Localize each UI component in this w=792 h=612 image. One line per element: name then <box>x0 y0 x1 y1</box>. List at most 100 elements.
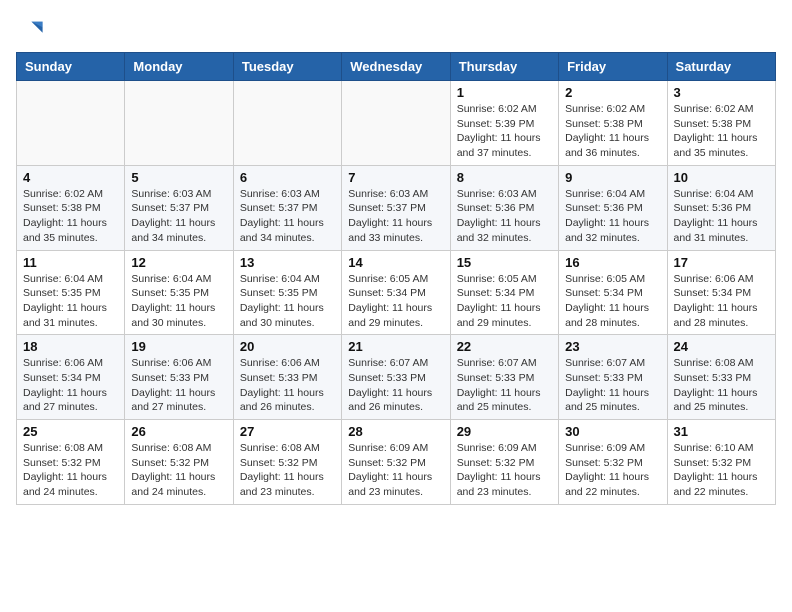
day-info: Sunrise: 6:04 AM Sunset: 5:35 PM Dayligh… <box>23 272 118 331</box>
calendar-cell: 27 Sunrise: 6:08 AM Sunset: 5:32 PM Dayli… <box>233 420 341 505</box>
calendar-cell: 28 Sunrise: 6:09 AM Sunset: 5:32 PM Dayli… <box>342 420 450 505</box>
day-number: 26 <box>131 424 226 439</box>
calendar-cell: 11Sunrise: 6:04 AM Sunset: 5:35 PM Dayli… <box>17 250 125 335</box>
day-number: 12 <box>131 255 226 270</box>
day-info: Sunrise: 6:09 AM Sunset: 5:32 PM Dayligh… <box>565 441 660 500</box>
day-number: 18 <box>23 339 118 354</box>
weekday-header-friday: Friday <box>559 53 667 81</box>
day-info: Sunrise: 6:08 AM Sunset: 5:33 PM Dayligh… <box>674 356 769 415</box>
day-info: Sunrise: 6:03 AM Sunset: 5:37 PM Dayligh… <box>348 187 443 246</box>
day-info: Sunrise: 6:06 AM Sunset: 5:34 PM Dayligh… <box>23 356 118 415</box>
calendar-cell: 18 Sunrise: 6:06 AM Sunset: 5:34 PM Dayli… <box>17 335 125 420</box>
calendar-cell: 31 Sunrise: 6:10 AM Sunset: 5:32 PM Dayli… <box>667 420 775 505</box>
calendar-cell: 5 Sunrise: 6:03 AM Sunset: 5:37 PM Daylig… <box>125 165 233 250</box>
day-info: Sunrise: 6:02 AM Sunset: 5:39 PM Dayligh… <box>457 102 552 161</box>
calendar-week-row: 18 Sunrise: 6:06 AM Sunset: 5:34 PM Dayli… <box>17 335 776 420</box>
day-number: 10 <box>674 170 769 185</box>
day-number: 4 <box>23 170 118 185</box>
calendar-cell: 9Sunrise: 6:04 AM Sunset: 5:36 PM Daylig… <box>559 165 667 250</box>
calendar-cell: 21 Sunrise: 6:07 AM Sunset: 5:33 PM Dayli… <box>342 335 450 420</box>
calendar-cell: 3 Sunrise: 6:02 AM Sunset: 5:38 PM Daylig… <box>667 81 775 166</box>
day-info: Sunrise: 6:06 AM Sunset: 5:33 PM Dayligh… <box>131 356 226 415</box>
day-info: Sunrise: 6:06 AM Sunset: 5:33 PM Dayligh… <box>240 356 335 415</box>
day-info: Sunrise: 6:09 AM Sunset: 5:32 PM Dayligh… <box>348 441 443 500</box>
day-number: 27 <box>240 424 335 439</box>
weekday-header-sunday: Sunday <box>17 53 125 81</box>
calendar-cell: 13 Sunrise: 6:04 AM Sunset: 5:35 PM Dayli… <box>233 250 341 335</box>
weekday-header-monday: Monday <box>125 53 233 81</box>
day-info: Sunrise: 6:05 AM Sunset: 5:34 PM Dayligh… <box>457 272 552 331</box>
calendar-cell: 7 Sunrise: 6:03 AM Sunset: 5:37 PM Daylig… <box>342 165 450 250</box>
day-info: Sunrise: 6:08 AM Sunset: 5:32 PM Dayligh… <box>240 441 335 500</box>
logo <box>16 16 48 44</box>
weekday-header-wednesday: Wednesday <box>342 53 450 81</box>
day-number: 1 <box>457 85 552 100</box>
calendar-cell: 29 Sunrise: 6:09 AM Sunset: 5:32 PM Dayli… <box>450 420 558 505</box>
calendar-cell: 4 Sunrise: 6:02 AM Sunset: 5:38 PM Daylig… <box>17 165 125 250</box>
calendar-cell: 1 Sunrise: 6:02 AM Sunset: 5:39 PM Daylig… <box>450 81 558 166</box>
day-number: 29 <box>457 424 552 439</box>
day-number: 14 <box>348 255 443 270</box>
day-number: 30 <box>565 424 660 439</box>
calendar-cell <box>233 81 341 166</box>
calendar-cell <box>17 81 125 166</box>
day-info: Sunrise: 6:03 AM Sunset: 5:36 PM Dayligh… <box>457 187 552 246</box>
day-number: 17 <box>674 255 769 270</box>
calendar-week-row: 25 Sunrise: 6:08 AM Sunset: 5:32 PM Dayli… <box>17 420 776 505</box>
calendar-cell: 10 Sunrise: 6:04 AM Sunset: 5:36 PM Dayli… <box>667 165 775 250</box>
day-number: 8 <box>457 170 552 185</box>
day-number: 3 <box>674 85 769 100</box>
day-info: Sunrise: 6:09 AM Sunset: 5:32 PM Dayligh… <box>457 441 552 500</box>
day-number: 23 <box>565 339 660 354</box>
day-info: Sunrise: 6:07 AM Sunset: 5:33 PM Dayligh… <box>348 356 443 415</box>
day-number: 28 <box>348 424 443 439</box>
day-number: 21 <box>348 339 443 354</box>
day-number: 15 <box>457 255 552 270</box>
calendar-cell: 2 Sunrise: 6:02 AM Sunset: 5:38 PM Daylig… <box>559 81 667 166</box>
day-number: 2 <box>565 85 660 100</box>
weekday-header-thursday: Thursday <box>450 53 558 81</box>
day-number: 25 <box>23 424 118 439</box>
weekday-header-tuesday: Tuesday <box>233 53 341 81</box>
day-number: 13 <box>240 255 335 270</box>
calendar-cell: 23 Sunrise: 6:07 AM Sunset: 5:33 PM Dayli… <box>559 335 667 420</box>
day-number: 6 <box>240 170 335 185</box>
day-number: 22 <box>457 339 552 354</box>
day-number: 5 <box>131 170 226 185</box>
day-info: Sunrise: 6:03 AM Sunset: 5:37 PM Dayligh… <box>131 187 226 246</box>
day-info: Sunrise: 6:04 AM Sunset: 5:35 PM Dayligh… <box>131 272 226 331</box>
calendar-week-row: 1 Sunrise: 6:02 AM Sunset: 5:39 PM Daylig… <box>17 81 776 166</box>
calendar-cell: 12 Sunrise: 6:04 AM Sunset: 5:35 PM Dayli… <box>125 250 233 335</box>
day-number: 31 <box>674 424 769 439</box>
day-number: 24 <box>674 339 769 354</box>
calendar-cell <box>342 81 450 166</box>
calendar-cell: 6Sunrise: 6:03 AM Sunset: 5:37 PM Daylig… <box>233 165 341 250</box>
calendar-cell: 25 Sunrise: 6:08 AM Sunset: 5:32 PM Dayli… <box>17 420 125 505</box>
calendar-cell: 16Sunrise: 6:05 AM Sunset: 5:34 PM Dayli… <box>559 250 667 335</box>
logo-icon <box>16 16 44 44</box>
day-info: Sunrise: 6:05 AM Sunset: 5:34 PM Dayligh… <box>565 272 660 331</box>
day-info: Sunrise: 6:04 AM Sunset: 5:35 PM Dayligh… <box>240 272 335 331</box>
day-number: 7 <box>348 170 443 185</box>
day-info: Sunrise: 6:05 AM Sunset: 5:34 PM Dayligh… <box>348 272 443 331</box>
day-info: Sunrise: 6:07 AM Sunset: 5:33 PM Dayligh… <box>565 356 660 415</box>
day-info: Sunrise: 6:02 AM Sunset: 5:38 PM Dayligh… <box>565 102 660 161</box>
calendar-cell: 15 Sunrise: 6:05 AM Sunset: 5:34 PM Dayli… <box>450 250 558 335</box>
day-info: Sunrise: 6:08 AM Sunset: 5:32 PM Dayligh… <box>23 441 118 500</box>
calendar-cell: 26Sunrise: 6:08 AM Sunset: 5:32 PM Dayli… <box>125 420 233 505</box>
calendar-cell: 19Sunrise: 6:06 AM Sunset: 5:33 PM Dayli… <box>125 335 233 420</box>
day-info: Sunrise: 6:06 AM Sunset: 5:34 PM Dayligh… <box>674 272 769 331</box>
day-info: Sunrise: 6:02 AM Sunset: 5:38 PM Dayligh… <box>23 187 118 246</box>
day-info: Sunrise: 6:10 AM Sunset: 5:32 PM Dayligh… <box>674 441 769 500</box>
day-info: Sunrise: 6:04 AM Sunset: 5:36 PM Dayligh… <box>565 187 660 246</box>
calendar-cell: 17 Sunrise: 6:06 AM Sunset: 5:34 PM Dayli… <box>667 250 775 335</box>
calendar-cell: 8 Sunrise: 6:03 AM Sunset: 5:36 PM Daylig… <box>450 165 558 250</box>
calendar-cell: 20Sunrise: 6:06 AM Sunset: 5:33 PM Dayli… <box>233 335 341 420</box>
calendar-week-row: 11Sunrise: 6:04 AM Sunset: 5:35 PM Dayli… <box>17 250 776 335</box>
day-info: Sunrise: 6:02 AM Sunset: 5:38 PM Dayligh… <box>674 102 769 161</box>
calendar-cell: 22Sunrise: 6:07 AM Sunset: 5:33 PM Dayli… <box>450 335 558 420</box>
calendar-cell <box>125 81 233 166</box>
day-info: Sunrise: 6:04 AM Sunset: 5:36 PM Dayligh… <box>674 187 769 246</box>
calendar-cell: 14 Sunrise: 6:05 AM Sunset: 5:34 PM Dayli… <box>342 250 450 335</box>
page-header <box>16 16 776 44</box>
